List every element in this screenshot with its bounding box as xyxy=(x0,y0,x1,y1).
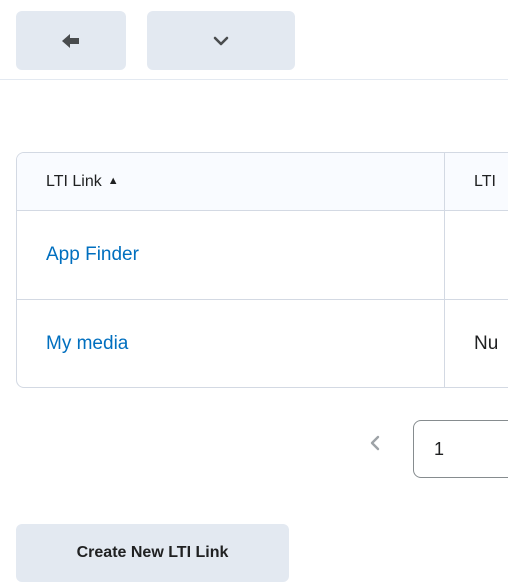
sort-ascending-icon: ▲ xyxy=(107,175,119,187)
page-number-input[interactable] xyxy=(413,420,508,478)
previous-page-button[interactable] xyxy=(362,432,388,458)
top-toolbar xyxy=(0,0,508,80)
table-row: App Finder xyxy=(17,210,508,300)
more-options-button[interactable] xyxy=(147,11,295,70)
column-header-lti-link: LTI Link ▲ xyxy=(17,153,445,210)
create-new-lti-link-button[interactable]: Create New LTI Link xyxy=(16,524,289,582)
table-row: My media Nu xyxy=(17,300,508,387)
table-cell: App Finder xyxy=(17,210,445,299)
table-cell xyxy=(445,210,508,299)
sort-lti-link-button[interactable]: LTI Link ▲ xyxy=(46,173,119,191)
lti-links-table: LTI Link ▲ LTI App Finder My media Nu xyxy=(16,152,508,388)
cell-value: Nu xyxy=(474,333,499,354)
chevron-left-icon xyxy=(370,435,380,456)
back-button[interactable] xyxy=(16,11,126,70)
column-header-lti: LTI xyxy=(445,153,508,210)
column-header-label: LTI Link xyxy=(46,172,102,190)
arrow-left-icon xyxy=(62,33,80,48)
app-finder-link[interactable]: App Finder xyxy=(46,244,139,266)
table-cell: My media xyxy=(17,300,445,387)
page: LTI Link ▲ LTI App Finder My media Nu 1 … xyxy=(0,0,508,583)
table-header-row: LTI Link ▲ LTI xyxy=(17,153,508,211)
column-header-label: LTI xyxy=(474,172,496,190)
my-media-link[interactable]: My media xyxy=(46,333,128,355)
chevron-down-icon xyxy=(213,36,229,46)
table-cell: Nu xyxy=(445,300,508,387)
